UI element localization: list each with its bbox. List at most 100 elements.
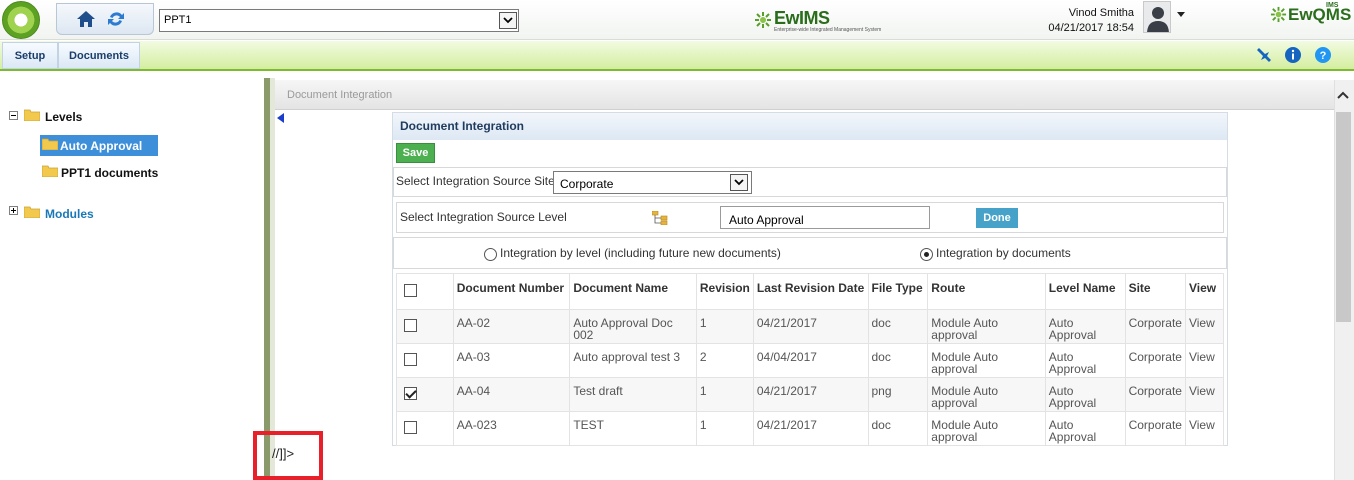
radio-integration-by-level[interactable] xyxy=(484,248,497,261)
header-revision[interactable]: Revision xyxy=(695,273,754,310)
tree-expand-modules-icon[interactable] xyxy=(9,206,18,215)
app-logo-icon[interactable] xyxy=(2,1,40,39)
route-link[interactable]: Module Auto approval xyxy=(927,309,1046,344)
level-input[interactable]: Auto Approval xyxy=(720,206,930,229)
header-document-number[interactable]: Document Number xyxy=(452,273,571,310)
info-icon[interactable] xyxy=(1284,46,1302,64)
folder-icon xyxy=(24,206,40,218)
site-label: Select Integration Source Site xyxy=(396,174,555,188)
svg-text:?: ? xyxy=(1320,50,1327,62)
user-menu-caret-icon[interactable] xyxy=(1177,12,1185,17)
row-checkbox-checked[interactable] xyxy=(404,387,417,400)
scroll-up-icon[interactable] xyxy=(1337,91,1349,99)
site-cell: Corporate xyxy=(1124,343,1186,378)
route-link[interactable]: Module Auto approval xyxy=(927,343,1046,378)
select-all-checkbox[interactable] xyxy=(404,284,417,297)
table-row: AA-03 Auto approval test 3 2 04/04/2017 … xyxy=(396,343,1225,378)
header-route[interactable]: Route xyxy=(927,273,1046,310)
done-button[interactable]: Done xyxy=(976,208,1018,228)
ewqms-brand: EwQMS xyxy=(1288,5,1352,24)
site-select-value: Corporate xyxy=(560,177,614,191)
header-document-name[interactable]: Document Name xyxy=(569,273,697,310)
folder-icon xyxy=(42,165,58,177)
date-cell: 04/04/2017 xyxy=(752,343,869,378)
header-last-revision-date[interactable]: Last Revision Date xyxy=(752,273,869,310)
save-button[interactable]: Save xyxy=(396,143,435,163)
file-type-cell: doc xyxy=(867,343,929,378)
site-select[interactable]: Corporate xyxy=(553,171,752,194)
menu-bar xyxy=(0,41,1354,71)
chevron-down-icon[interactable] xyxy=(499,12,517,29)
help-icon[interactable]: ? xyxy=(1314,46,1332,64)
view-link[interactable]: View xyxy=(1184,377,1225,412)
level-name-cell: Auto Approval xyxy=(1044,309,1126,344)
document-name-link[interactable]: Test draft xyxy=(569,377,697,412)
view-link[interactable]: View xyxy=(1184,309,1225,344)
user-name: Vinod Smitha xyxy=(1068,7,1134,19)
refresh-icon[interactable] xyxy=(105,8,127,30)
level-input-value: Auto Approval xyxy=(729,213,804,227)
current-datetime: 04/21/2017 18:54 xyxy=(1048,22,1134,34)
level-name-cell: Auto Approval xyxy=(1044,343,1126,378)
revision-cell: 1 xyxy=(695,411,754,446)
route-link[interactable]: Module Auto approval xyxy=(927,377,1046,412)
pane-splitter-gap xyxy=(270,78,275,480)
documents-table: Document Number Document Name Revision L… xyxy=(396,273,1225,446)
row-select-cell xyxy=(396,377,454,412)
breadcrumb-item-document-integration[interactable]: Document Integration xyxy=(287,89,392,101)
table-row: AA-02 Auto Approval Doc 002 1 04/21/2017… xyxy=(396,309,1225,344)
file-type-cell: doc xyxy=(867,309,929,344)
pin-icon[interactable] xyxy=(1255,46,1273,64)
row-select-cell xyxy=(396,343,454,378)
document-number-link[interactable]: AA-023 xyxy=(452,411,571,446)
breadcrumb xyxy=(275,80,1334,110)
revision-cell: 1 xyxy=(695,309,754,344)
scrollbar-thumb[interactable] xyxy=(1336,112,1351,322)
radio-integration-by-documents[interactable] xyxy=(920,248,933,261)
menu-documents[interactable]: Documents xyxy=(58,42,140,69)
menu-setup[interactable]: Setup xyxy=(2,42,58,69)
ewims-tagline: Enterprise-wide Integrated Management Sy… xyxy=(774,27,882,33)
tree-item-levels[interactable]: Levels xyxy=(45,110,82,124)
tree-picker-icon[interactable] xyxy=(652,211,668,225)
row-checkbox[interactable] xyxy=(404,353,417,366)
project-select[interactable]: PPT1 xyxy=(159,9,519,32)
view-link[interactable]: View xyxy=(1184,411,1225,446)
row-select-cell xyxy=(396,309,454,344)
header-site[interactable]: Site xyxy=(1124,273,1186,310)
tree-item-ppt1-documents[interactable]: PPT1 documents xyxy=(61,166,158,180)
avatar[interactable] xyxy=(1143,1,1171,33)
ewqms-leaf-icon xyxy=(1270,6,1287,23)
route-link[interactable]: Module Auto approval xyxy=(927,411,1046,446)
collapse-left-icon[interactable] xyxy=(277,113,284,123)
folder-icon xyxy=(24,109,40,121)
site-cell: Corporate xyxy=(1124,377,1186,412)
document-name-link[interactable]: Auto Approval Doc 002 xyxy=(569,309,697,344)
tree-collapse-levels-icon[interactable] xyxy=(9,111,18,120)
chevron-down-icon[interactable] xyxy=(730,174,748,191)
header-view: View xyxy=(1184,273,1225,310)
document-name-link[interactable]: TEST xyxy=(569,411,697,446)
row-checkbox[interactable] xyxy=(404,319,417,332)
radio-integration-by-level-label: Integration by level (including future n… xyxy=(500,246,781,260)
file-type-cell: doc xyxy=(867,411,929,446)
ewims-brand: EwIMS xyxy=(774,8,830,28)
level-name-cell: Auto Approval xyxy=(1044,411,1126,446)
file-type-cell: png xyxy=(867,377,929,412)
site-cell: Corporate xyxy=(1124,411,1186,446)
document-name-link[interactable]: Auto approval test 3 xyxy=(569,343,697,378)
date-cell: 04/21/2017 xyxy=(752,411,869,446)
header-level-name[interactable]: Level Name xyxy=(1044,273,1126,310)
home-icon[interactable] xyxy=(75,8,97,30)
page-title: Document Integration xyxy=(400,119,525,133)
view-link[interactable]: View xyxy=(1184,343,1225,378)
row-checkbox[interactable] xyxy=(404,421,417,434)
site-cell: Corporate xyxy=(1124,309,1186,344)
document-number-link[interactable]: AA-02 xyxy=(452,309,571,344)
level-name-cell: Auto Approval xyxy=(1044,377,1126,412)
header-file-type[interactable]: File Type xyxy=(867,273,929,310)
document-number-link[interactable]: AA-04 xyxy=(452,377,571,412)
app-window: PPT1 EwIMS Enterprise-wide Integrated Ma… xyxy=(0,0,1354,480)
tree-item-modules[interactable]: Modules xyxy=(45,207,94,221)
document-number-link[interactable]: AA-03 xyxy=(452,343,571,378)
